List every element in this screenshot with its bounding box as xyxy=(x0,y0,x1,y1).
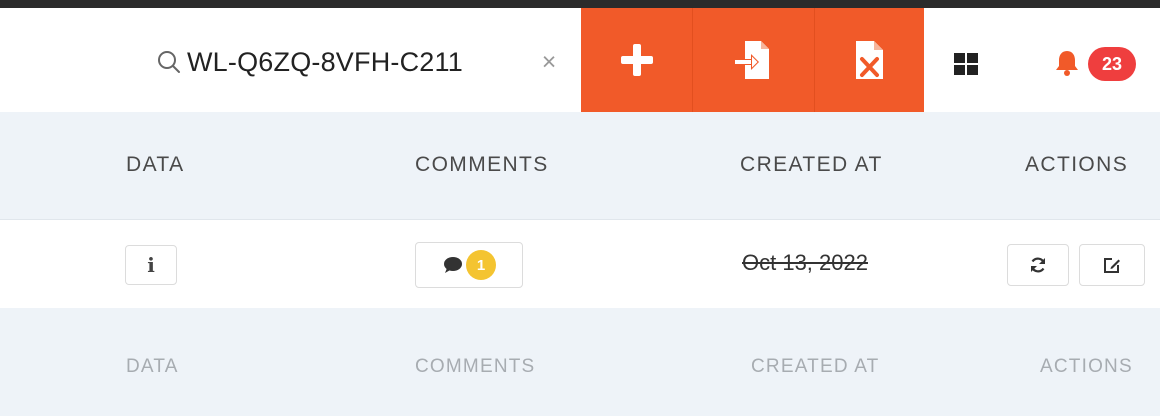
created-at-date: Oct 13, 2022 xyxy=(742,250,868,275)
search-icon xyxy=(158,51,180,73)
comment-count-badge: 1 xyxy=(466,250,496,280)
search-box[interactable]: WL-Q6ZQ-8VFH-C211 × xyxy=(155,42,556,82)
column-header-comments[interactable]: COMMENTS xyxy=(415,153,549,177)
refresh-icon xyxy=(1030,257,1046,273)
column-header-data[interactable]: DATA xyxy=(126,153,185,177)
comments-button[interactable]: 1 xyxy=(415,242,523,288)
search-clear-button[interactable]: × xyxy=(538,42,560,82)
add-button[interactable] xyxy=(581,8,693,112)
export-excel-button[interactable] xyxy=(815,8,924,112)
footer-column-data: DATA xyxy=(126,356,179,377)
file-excel-icon xyxy=(855,41,883,79)
edit-icon xyxy=(1104,258,1120,273)
footer-column-created-at: CREATED AT xyxy=(751,356,880,377)
column-header-created-at[interactable]: CREATED AT xyxy=(740,153,883,177)
plus-icon xyxy=(620,44,653,76)
search-input[interactable]: WL-Q6ZQ-8VFH-C211 xyxy=(187,47,463,78)
footer-column-comments: COMMENTS xyxy=(415,356,536,377)
grid-icon[interactable] xyxy=(953,51,979,77)
refresh-button[interactable] xyxy=(1007,244,1069,286)
footer-column-actions: ACTIONS xyxy=(1040,356,1133,377)
top-border xyxy=(0,0,1160,8)
comment-icon xyxy=(444,257,462,273)
import-button[interactable] xyxy=(693,8,815,112)
bell-icon[interactable] xyxy=(1052,48,1082,78)
table-footer: DATA COMMENTS CREATED AT ACTIONS xyxy=(0,308,1160,416)
notification-count-badge: 23 xyxy=(1088,47,1136,81)
table-row: i 1 Oct 13, 2022 xyxy=(0,220,1160,308)
edit-button[interactable] xyxy=(1079,244,1145,286)
file-import-icon xyxy=(734,41,769,79)
data-info-button[interactable]: i xyxy=(125,245,177,285)
action-toolbar xyxy=(581,8,924,112)
table-header: DATA COMMENTS CREATED AT ACTIONS xyxy=(0,112,1160,220)
header-bar: WL-Q6ZQ-8VFH-C211 × 23 xyxy=(0,8,1160,112)
column-header-actions: ACTIONS xyxy=(1025,153,1129,176)
